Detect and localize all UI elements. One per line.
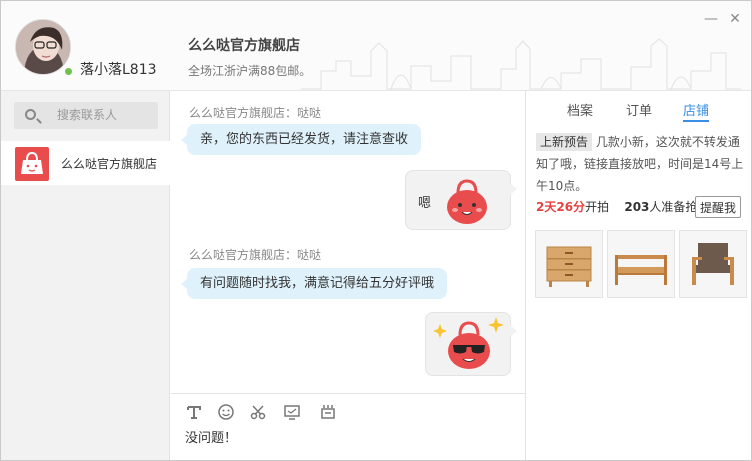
shop-subtitle: 全场江浙沪满88包邮。 [188,64,312,78]
emoji-icon[interactable] [217,403,235,421]
chat-messages: 么么哒官方旗舰店：哒哒 亲，您的东西已经发货，请注意查收 嗯 么么哒官方旗舰店：… [171,91,525,393]
message-sender: 么么哒官方旗舰店：哒哒 [189,248,322,262]
red-bag-sticker [447,179,487,224]
active-tab-indicator [683,120,709,122]
shop-info-panel: 档案 订单 店铺 上新预告 几款小新，这次就不转发通知了哦，链接直接放吧，时间是… [525,91,751,460]
new-arrival-badge: 上新预告 [536,133,593,151]
red-bag-icon [15,147,49,181]
product-wooden-bench[interactable] [607,230,675,298]
city-skyline-decoration [301,38,741,90]
history-icon[interactable] [319,403,337,421]
new-arrival-notice: 上新预告 几款小新，这次就不转发通知了哦，链接直接放吧，时间是14号上午10点。 [536,131,746,197]
tab-store[interactable]: 店铺 [683,100,709,119]
message-composer[interactable]: 没问题！ [171,393,525,460]
remind-me-button[interactable]: 提醒我 [695,196,741,218]
product-wooden-cabinet[interactable] [535,230,603,298]
armchair-image [692,243,734,285]
tab-profile[interactable]: 档案 [567,100,593,119]
red-bag-sunglasses-sticker [433,317,504,369]
scissors-icon[interactable] [249,403,267,421]
avatar-portrait [16,20,70,74]
contact-search-box[interactable] [14,102,158,129]
header: 落小落L813 么么哒官方旗舰店 全场江浙沪满88包邮。 — ✕ [1,1,751,91]
contact-search-input[interactable] [57,108,152,122]
username: 落小落L813 [80,62,157,78]
countdown-suffix: 开拍 [585,200,610,214]
user-avatar[interactable] [15,19,71,75]
minimize-button[interactable]: — [703,11,719,27]
outgoing-sticker-bubble [425,312,517,376]
online-status-dot [65,68,72,75]
font-icon[interactable] [185,403,203,421]
waiting-suffix: 人准备抢 [649,200,698,214]
search-icon [25,109,36,120]
screenshot-icon[interactable] [283,403,301,421]
sale-countdown: 2天26分开拍 203人准备抢 [536,198,697,215]
outgoing-message-bubble: 嗯 [405,170,517,230]
countdown-time: 2天26分 [536,200,586,214]
message-sender: 么么哒官方旗舰店：哒哒 [189,106,322,120]
shop-title: 么么哒官方旗舰店 [188,38,300,54]
contact-name: 么么哒官方旗舰店 [61,157,158,171]
wooden-bench-image [615,255,667,285]
contact-item[interactable]: 么么哒官方旗舰店 [1,141,170,185]
message-input[interactable]: 没问题！ [185,427,237,446]
chat-window: 落小落L813 么么哒官方旗舰店 全场江浙沪满88包邮。 — ✕ 么么哒官方旗舰… [0,0,752,461]
close-button[interactable]: ✕ [727,11,743,27]
waiting-count: 203 [624,200,650,214]
tab-orders[interactable]: 订单 [626,100,652,119]
outgoing-message-text: 嗯 [418,196,432,211]
contacts-sidebar: 么么哒官方旗舰店 [1,91,170,460]
wooden-cabinet-image [546,246,592,287]
incoming-message-bubble: 亲，您的东西已经发货，请注意查收 [180,124,422,155]
product-armchair[interactable] [679,230,747,298]
incoming-message-bubble: 有问题随时找我，满意记得给五分好评哦 [180,268,448,299]
